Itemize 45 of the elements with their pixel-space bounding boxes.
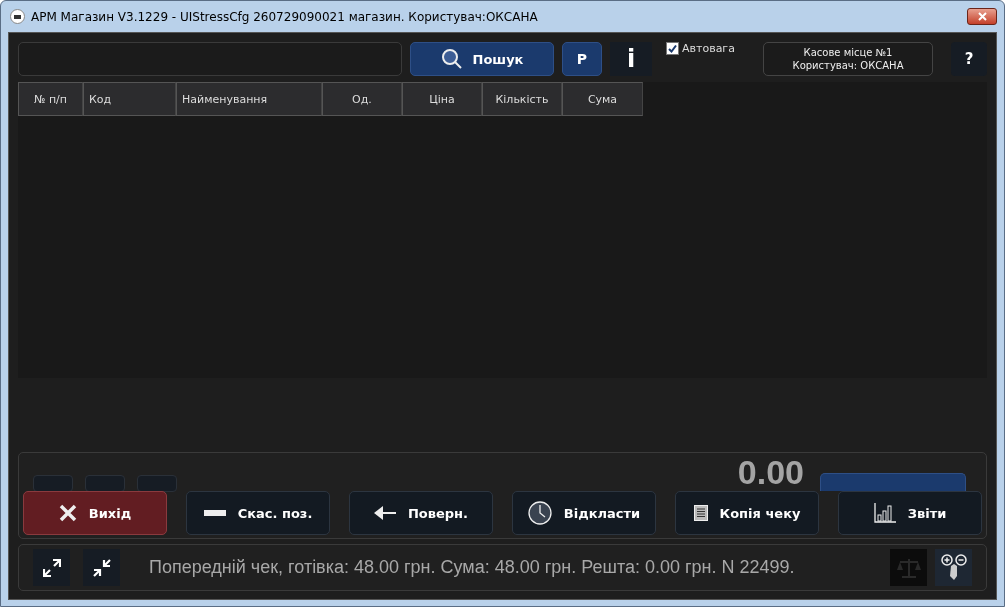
cash-desk-label: Касове місце №1 bbox=[803, 46, 893, 59]
autoweight-label: Автовага bbox=[682, 42, 735, 55]
expand-icon bbox=[42, 558, 61, 577]
minus-icon bbox=[203, 510, 226, 516]
bar-chart-icon bbox=[873, 503, 896, 523]
return-button[interactable]: Поверн. bbox=[349, 491, 493, 535]
collapse-button[interactable] bbox=[83, 549, 120, 586]
window-title: АРМ Магазин V3.1229 - UIStressCfg 260729090021 магазин. Користувач:ОКСАНА bbox=[31, 9, 538, 24]
key-button[interactable] bbox=[137, 475, 177, 492]
zoom-gesture-button[interactable] bbox=[935, 549, 972, 586]
close-icon bbox=[977, 12, 987, 21]
search-field[interactable] bbox=[18, 42, 402, 76]
document-icon bbox=[693, 505, 708, 521]
pay-button[interactable] bbox=[820, 473, 966, 491]
column-header: Найменування bbox=[176, 82, 322, 116]
help-button[interactable]: ? bbox=[951, 42, 987, 76]
column-header: Од. bbox=[322, 82, 402, 116]
collapse-icon bbox=[92, 558, 111, 577]
scale-button[interactable] bbox=[890, 549, 927, 586]
column-header: № п/п bbox=[18, 82, 83, 116]
search-button[interactable]: Пошук bbox=[410, 42, 554, 76]
expand-button[interactable] bbox=[33, 549, 70, 586]
clock-icon bbox=[527, 501, 552, 525]
close-icon bbox=[58, 504, 77, 522]
info-button[interactable]: i bbox=[610, 42, 652, 76]
status-text: Попередній чек, готівка: 48.00 грн. Сума: 48.00 грн. Решта: 0.00 грн. N 22499. bbox=[149, 557, 795, 578]
copy-button[interactable]: Копія чеку bbox=[675, 491, 819, 535]
p-button[interactable]: P bbox=[562, 42, 602, 76]
reports-button[interactable]: Звіти bbox=[838, 491, 982, 535]
user-label: Користувач: ОКСАНА bbox=[792, 59, 904, 72]
column-header: Кількість bbox=[482, 82, 562, 116]
column-header: Сума bbox=[562, 82, 643, 116]
exit-button[interactable]: Вихід bbox=[23, 491, 167, 535]
app-icon bbox=[10, 9, 25, 24]
total-amount: 0.00 bbox=[737, 455, 804, 489]
search-icon bbox=[440, 48, 463, 70]
postpone-button[interactable]: Відкласти bbox=[512, 491, 656, 535]
close-button[interactable] bbox=[967, 8, 997, 25]
column-header: Код bbox=[83, 82, 176, 116]
scale-icon bbox=[895, 556, 922, 579]
autoweight-checkbox[interactable] bbox=[666, 42, 679, 55]
cancel-button[interactable]: Скас. поз. bbox=[186, 491, 330, 535]
zoom-hand-icon bbox=[940, 553, 967, 582]
left-arrow-icon bbox=[373, 505, 396, 521]
column-header: Ціна bbox=[402, 82, 482, 116]
